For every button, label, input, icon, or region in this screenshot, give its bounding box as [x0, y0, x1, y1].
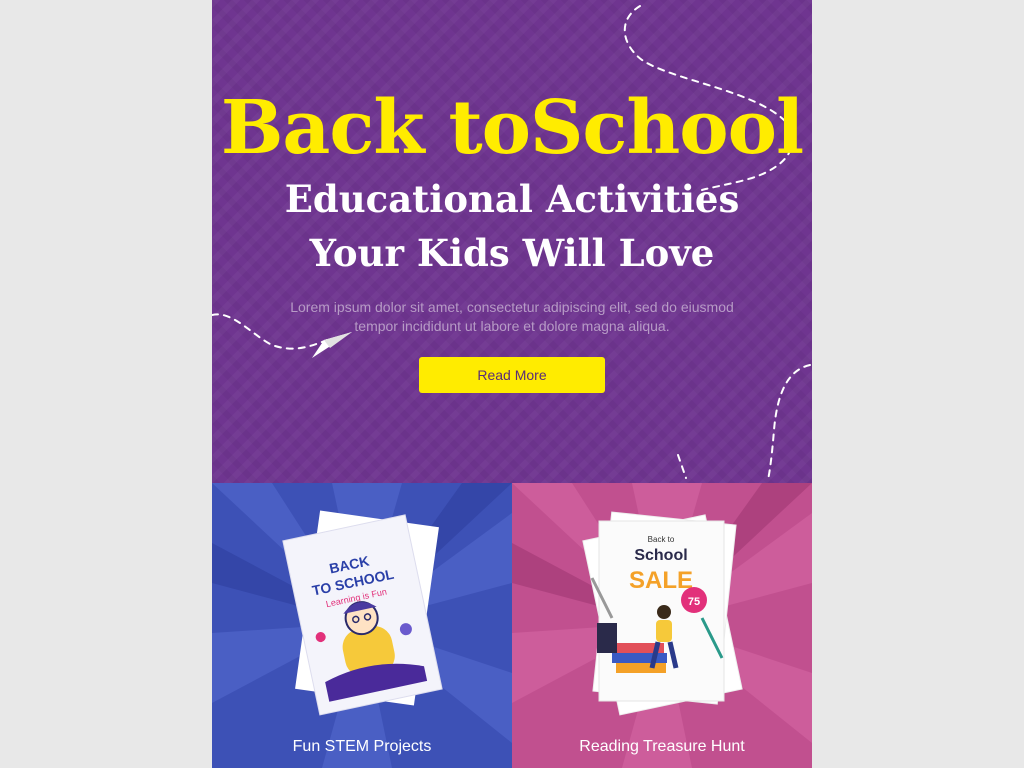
hero-subtitle: Educational Activities Your Kids Will Lo…	[284, 177, 740, 275]
card-label-reading: Reading Treasure Hunt	[579, 738, 745, 755]
card-reading-treasure-hunt[interactable]: Back to School SALE 75 Reading Treasure …	[512, 483, 812, 768]
hero-title: Back toSchool	[220, 85, 804, 171]
flyer-back-to-school: BACK TO SCHOOL Learning is Fun	[282, 510, 443, 716]
card-stem-projects[interactable]: BACK TO SCHOOL Learning is Fun Fun STEM …	[212, 483, 512, 768]
flyer-heading-small: Back to	[648, 535, 675, 544]
flyer-school-sale: Back to School SALE 75	[582, 511, 743, 716]
flyer-heading-line1: School	[634, 547, 687, 564]
email-container: Back toSchool Educational Activities You…	[212, 0, 812, 768]
card-label-stem: Fun STEM Projects	[292, 738, 432, 755]
flyer-badge: 75	[688, 596, 700, 608]
read-more-button[interactable]: Read More	[419, 357, 605, 393]
hero-section: Back toSchool Educational Activities You…	[212, 0, 812, 483]
flyer-heading-line2: SALE	[629, 567, 693, 594]
hero-body-text: Lorem ipsum dolor sit amet, consectetur …	[290, 299, 734, 334]
activity-cards: BACK TO SCHOOL Learning is Fun Fun STEM …	[212, 483, 812, 768]
